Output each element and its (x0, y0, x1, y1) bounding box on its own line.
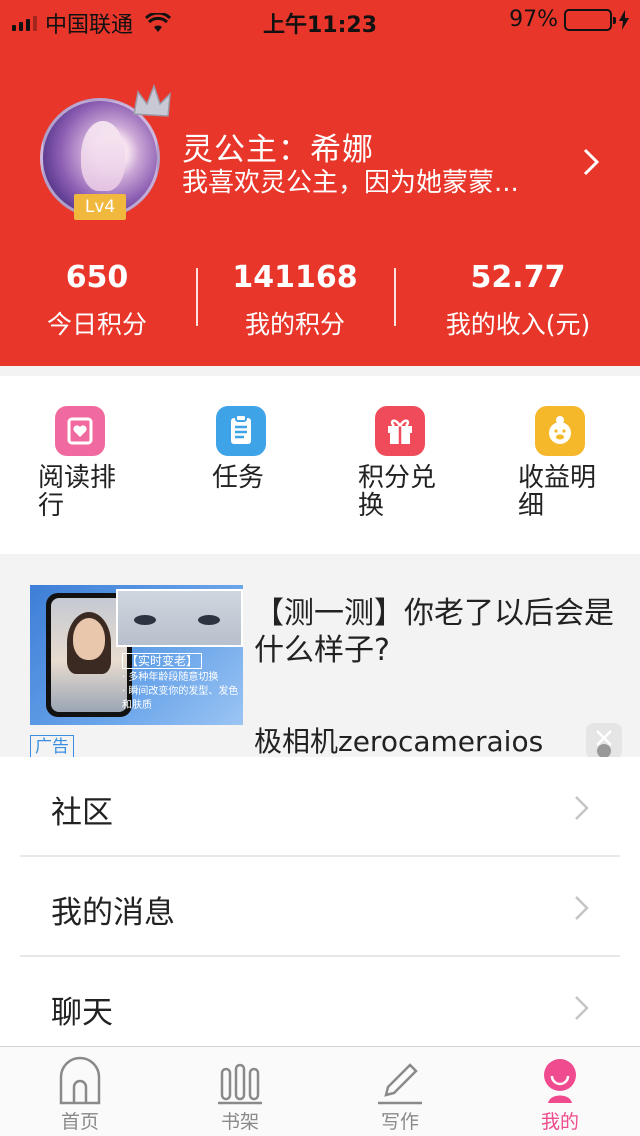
piggy-face-icon (535, 406, 585, 456)
shortcut-label: 阅读排行 (38, 463, 117, 521)
menu-list: 社区 我的消息 聊天 (0, 757, 640, 1046)
shortcut-label: 任务 (212, 463, 265, 493)
ad-title[interactable]: 【测一测】你老了以后会是什么样子? (254, 595, 638, 669)
stat-value: 650 (65, 260, 129, 295)
user-smile-icon (544, 1059, 576, 1103)
signal-strength-icon (12, 15, 37, 31)
chevron-right-icon (575, 796, 589, 820)
carrier-name: 中国联通 (45, 13, 134, 38)
battery-percent: 97% (509, 7, 558, 32)
ad-banner[interactable]: 【实时变老】 · 多种年龄段随意切换 · 瞬间改变你的发型、发色和肤质 广告 【… (0, 555, 640, 757)
ad-dismiss-icon[interactable] (586, 723, 622, 757)
ad-caption-line: · 多种年龄段随意切换 (122, 672, 219, 683)
ad-caption-title: 【实时变老】 (122, 653, 203, 669)
ad-label: 广告 (30, 735, 74, 757)
tab-label: 书架 (220, 1111, 259, 1133)
charging-bolt-icon (619, 9, 629, 30)
tab-bar: 首页 书架 写作 我的 (0, 1046, 640, 1136)
crown-icon (133, 84, 171, 117)
shortcut-label: 收益明细 (518, 463, 597, 521)
battery-icon (564, 8, 616, 31)
menu-item-community[interactable]: 社区 (20, 757, 620, 857)
shortcut-reading-rank[interactable]: 阅读排行 (38, 406, 148, 520)
wifi-icon (145, 13, 172, 32)
heart-book-icon (55, 406, 105, 456)
stat-my-points[interactable]: 141168 我的积分 (195, 258, 395, 341)
stat-value: 52.77 (470, 260, 566, 295)
user-avatar[interactable]: Lv4 (40, 84, 171, 222)
shortcut-income-details[interactable]: 收益明细 (518, 406, 628, 520)
status-bar: 中国联通 上午11:23 97% (0, 0, 640, 40)
menu-item-label: 我的消息 (51, 895, 175, 931)
shortcut-tasks[interactable]: 任务 (212, 406, 322, 492)
profile-header: 中国联通 上午11:23 97% Lv4 灵公主：希娜 我喜欢灵公主，因为她蒙蒙… (0, 0, 640, 366)
ad-source: 极相机zerocameraios (254, 725, 544, 757)
menu-item-label: 聊天 (51, 995, 113, 1031)
ad-image-caption: 【实时变老】 · 多种年龄段随意切换 · 瞬间改变你的发型、发色和肤质 (122, 653, 242, 715)
home-arch-icon (59, 1056, 101, 1105)
shortcut-label: 积分兑换 (358, 463, 437, 521)
clipboard-list-icon (216, 406, 266, 456)
stat-value: 141168 (232, 260, 358, 295)
gift-box-icon (375, 406, 425, 456)
user-bio[interactable]: 我喜欢灵公主，因为她蒙蒙... (182, 162, 562, 199)
stat-label: 我的积分 (244, 310, 345, 339)
pencil-icon (378, 1063, 422, 1105)
divider (394, 268, 396, 326)
stat-my-income[interactable]: 52.77 我的收入(元) (418, 258, 618, 341)
shortcut-points-exchange[interactable]: 积分兑换 (358, 406, 468, 520)
tab-bookshelf[interactable]: 书架 (180, 1055, 300, 1134)
menu-item-messages[interactable]: 我的消息 (20, 857, 620, 957)
eyes-photo (116, 589, 243, 647)
tab-label: 我的 (540, 1111, 579, 1133)
chevron-right-icon[interactable] (578, 146, 604, 178)
menu-item-label: 社区 (51, 795, 113, 831)
ad-image[interactable]: 【实时变老】 · 多种年龄段随意切换 · 瞬间改变你的发型、发色和肤质 (30, 585, 243, 725)
ad-caption-line: · 瞬间改变你的发型、发色和肤质 (122, 686, 239, 711)
tab-home[interactable]: 首页 (20, 1055, 140, 1134)
tab-label: 写作 (380, 1111, 419, 1133)
tab-writing[interactable]: 写作 (340, 1055, 460, 1134)
tab-mine[interactable]: 我的 (500, 1055, 620, 1134)
menu-item-chat[interactable]: 聊天 (20, 957, 620, 1057)
shortcut-grid: 阅读排行 任务 积分兑换 收益明细 (0, 376, 640, 554)
level-badge: Lv4 (74, 194, 126, 220)
stat-today-points[interactable]: 650 今日积分 (0, 258, 197, 341)
stat-label: 今日积分 (46, 310, 147, 339)
bookshelf-icon (218, 1063, 262, 1105)
tab-label: 首页 (60, 1111, 99, 1133)
stat-label: 我的收入(元) (445, 310, 591, 339)
chevron-right-icon (575, 896, 589, 920)
chevron-right-icon (575, 996, 589, 1020)
